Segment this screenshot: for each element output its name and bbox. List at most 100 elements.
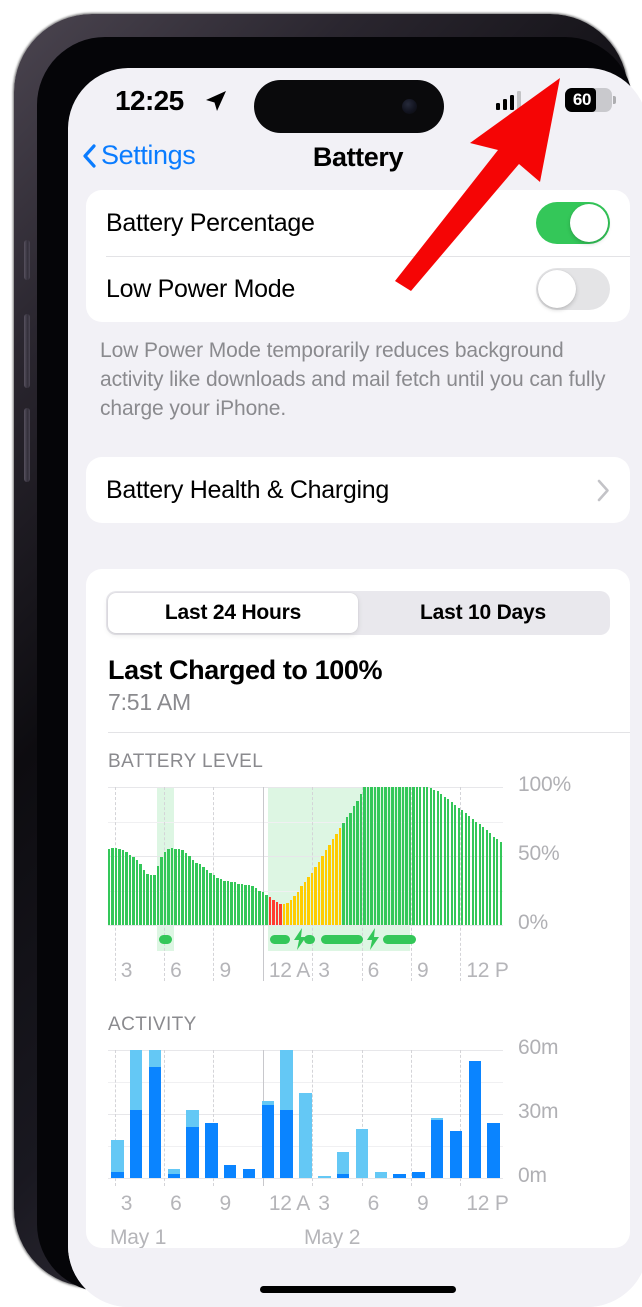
battery-level-bar <box>317 861 321 925</box>
battery-level-bar <box>461 810 464 925</box>
day-label: May 1 <box>110 1226 167 1248</box>
phone-screen: 12:25 60 Settings Battery Battery Percen… <box>68 68 642 1307</box>
battery-level-bar <box>436 791 439 925</box>
activity-bar-screen-off <box>430 1118 444 1121</box>
battery-level-bar <box>314 867 317 925</box>
battery-level-bar <box>475 821 478 925</box>
battery-level-bar <box>328 844 331 925</box>
battery-level-bar <box>387 787 391 925</box>
battery-level-bar <box>335 833 338 925</box>
battery-level-bar <box>254 887 258 925</box>
location-arrow-icon <box>206 91 226 111</box>
battery-level-bar <box>223 880 226 925</box>
battery-level-bar <box>349 813 352 925</box>
battery-level-bar <box>160 857 163 925</box>
battery-level-bar <box>219 879 223 925</box>
activity-bar-screen-off <box>374 1171 387 1178</box>
row-low-power-mode[interactable]: Low Power Mode <box>86 256 630 322</box>
battery-level-bar <box>268 897 272 925</box>
battery-level-bar <box>359 793 363 925</box>
home-indicator[interactable] <box>260 1286 456 1293</box>
battery-level-bar <box>237 883 240 925</box>
row-battery-health[interactable]: Battery Health & Charging <box>86 457 630 523</box>
dynamic-island <box>254 80 444 133</box>
battery-level-bar <box>272 900 275 925</box>
battery-level-bar <box>163 851 167 925</box>
y-axis-tick-label: 50% <box>518 842 560 865</box>
cellular-bars-icon <box>495 90 521 110</box>
activity-bar-screen-off <box>130 1050 143 1110</box>
battery-level-bar <box>177 849 181 925</box>
volume-down-button[interactable] <box>24 408 30 482</box>
segment-last-10-days[interactable]: Last 10 Days <box>358 593 608 633</box>
battery-level-bar <box>118 849 121 925</box>
battery-level-bar <box>412 787 415 925</box>
gridline-minor <box>108 1082 503 1083</box>
activity-bar-screen-on <box>148 1067 162 1178</box>
battery-level-bar <box>419 787 422 925</box>
battery-level-bar <box>153 875 156 925</box>
segment-last-24-hours[interactable]: Last 24 Hours <box>108 593 358 633</box>
battery-level-bar <box>275 901 279 925</box>
battery-icon: 60 <box>565 88 616 112</box>
silent-switch[interactable] <box>24 240 30 280</box>
battery-level-bar <box>373 787 377 925</box>
navigation-bar: Settings Battery <box>68 132 642 190</box>
battery-level-bar <box>468 815 471 925</box>
activity-bar-screen-off <box>186 1109 199 1127</box>
battery-level-bar <box>492 836 495 925</box>
gridline <box>108 1178 503 1179</box>
usage-divider <box>108 732 630 733</box>
x-axis-tick-label: 3 <box>318 1192 330 1215</box>
battery-percentage-label: Battery Percentage <box>106 208 315 237</box>
status-bar: 12:25 60 <box>68 68 642 133</box>
battery-level-bar <box>212 875 216 925</box>
activity-bar-screen-on <box>261 1105 275 1178</box>
x-axis-gridline <box>410 1050 412 1186</box>
battery-level-bar <box>440 793 443 925</box>
battery-level-bar <box>251 886 254 925</box>
battery-level-bar <box>139 864 142 925</box>
toggle-knob <box>538 270 576 308</box>
low-power-mode-toggle[interactable] <box>536 268 610 310</box>
activity-bar-screen-on <box>205 1122 218 1178</box>
battery-level-bar <box>457 807 460 925</box>
battery-level-bar <box>450 802 453 925</box>
x-axis-tick-label: 6 <box>170 1192 182 1215</box>
y-axis-tick-label: 100% <box>518 773 571 796</box>
battery-level-bar <box>370 787 373 925</box>
battery-level-bar <box>391 787 394 925</box>
battery-level-bar <box>426 787 429 925</box>
battery-level-bar <box>156 865 160 925</box>
activity-bar-screen-on <box>430 1120 444 1178</box>
battery-level-bar <box>380 787 384 925</box>
battery-level-bar <box>482 827 485 925</box>
low-power-mode-description: Low Power Mode temporarily reduces backg… <box>100 339 606 420</box>
battery-percentage-toggle[interactable] <box>536 202 610 244</box>
volume-up-button[interactable] <box>24 314 30 388</box>
battery-level-bar <box>128 854 132 925</box>
gridline <box>108 787 503 788</box>
x-axis-tick-label: 12 P <box>466 1192 509 1215</box>
activity-bar-screen-off <box>148 1050 162 1068</box>
battery-level-bar <box>244 884 247 925</box>
battery-level-bar <box>454 804 457 925</box>
battery-level-bar <box>261 891 265 925</box>
battery-level-bar <box>300 886 303 925</box>
y-axis-tick-label: 0% <box>518 911 548 934</box>
time-range-segmented-control[interactable]: Last 24 Hours Last 10 Days <box>106 591 610 635</box>
activity-bar-screen-off <box>299 1092 312 1178</box>
battery-level-bar <box>289 900 293 925</box>
battery-level-bar <box>170 847 174 925</box>
x-axis-gridline <box>164 1050 166 1186</box>
battery-level-bar <box>363 787 366 925</box>
battery-level-bar <box>205 869 209 925</box>
row-battery-percentage[interactable]: Battery Percentage <box>86 190 630 256</box>
battery-level-bar <box>226 880 230 925</box>
battery-level-bar <box>429 788 432 925</box>
x-axis-tick-label: 9 <box>416 959 429 982</box>
x-axis-tick-label: 9 <box>219 1192 231 1215</box>
page-title: Battery <box>312 142 404 172</box>
battery-level-bar <box>202 867 205 925</box>
battery-toggles-card: Battery Percentage Low Power Mode <box>86 190 630 322</box>
